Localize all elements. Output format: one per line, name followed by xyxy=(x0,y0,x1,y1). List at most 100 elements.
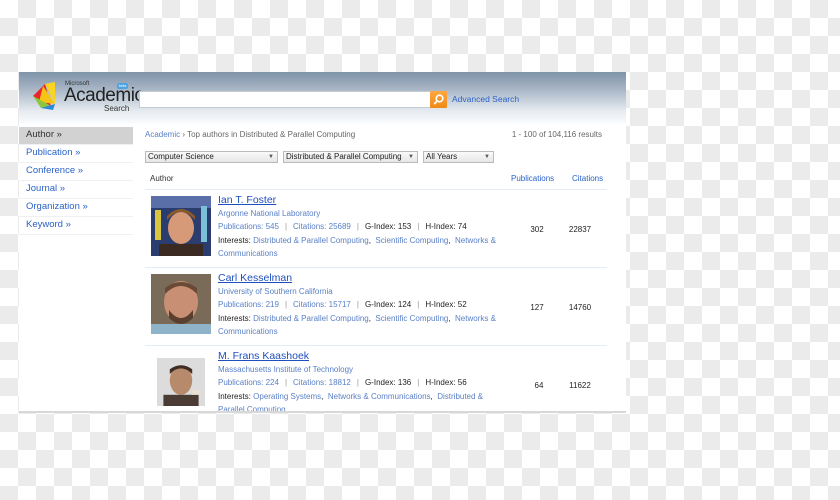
gindex-value: 124 xyxy=(397,300,412,309)
interest-link[interactable]: Operating Systems xyxy=(253,392,321,401)
gindex-label: G-Index: xyxy=(364,378,396,387)
interest-link[interactable]: Scientific Computing xyxy=(375,314,448,323)
author-name-link[interactable]: Ian T. Foster xyxy=(218,194,276,206)
publications-label: Publications: xyxy=(218,378,264,387)
separator: | xyxy=(356,378,359,387)
citations-value[interactable]: 18812 xyxy=(329,378,351,387)
separator: | xyxy=(284,222,288,231)
interests-label: Interests: xyxy=(218,236,251,245)
citations-label: Citations: xyxy=(293,300,327,309)
author-photo[interactable] xyxy=(151,196,211,256)
author-row: Carl Kesselman University of Southern Ca… xyxy=(145,267,607,346)
search-input[interactable] xyxy=(139,91,433,108)
chevron-down-icon: ▼ xyxy=(408,154,414,160)
publications-value[interactable]: 224 xyxy=(266,378,279,387)
search-icon xyxy=(433,94,444,105)
hindex-value: 52 xyxy=(457,300,467,309)
sidebar-item-keyword[interactable]: Keyword » xyxy=(19,217,133,235)
separator: | xyxy=(284,300,288,309)
separator: | xyxy=(417,300,420,309)
interest-link[interactable]: Distributed & Parallel Computing xyxy=(253,314,369,323)
logo[interactable]: Microsoft Academic Search beta xyxy=(31,76,144,118)
years-select[interactable]: All Years ▼ xyxy=(423,151,494,163)
breadcrumb-separator: › xyxy=(182,130,186,139)
field-select[interactable]: Computer Science ▼ xyxy=(145,151,278,163)
publications-count: 64 xyxy=(534,381,544,390)
sidebar-item-journal[interactable]: Journal » xyxy=(19,181,133,199)
author-affiliation[interactable]: Massachusetts Institute of Technology xyxy=(218,365,353,374)
interests-label: Interests: xyxy=(218,314,251,323)
citations-count: 14760 xyxy=(568,303,592,312)
page-bottom-edge xyxy=(19,411,626,413)
gindex-value: 136 xyxy=(397,378,412,387)
hindex-label: H-Index: xyxy=(425,378,456,387)
field-select-value: Computer Science xyxy=(148,152,214,161)
hindex-label: H-Index: xyxy=(425,222,456,231)
interest-link[interactable]: Networks & Communications xyxy=(328,392,431,401)
gindex-value: 153 xyxy=(397,222,412,231)
advanced-search-link[interactable]: Advanced Search xyxy=(452,94,519,104)
breadcrumb: Academic › Top authors in Distributed & … xyxy=(145,130,355,139)
author-photo[interactable] xyxy=(157,352,205,412)
subfield-select-value: Distributed & Parallel Computing xyxy=(286,152,402,161)
author-interests: Interests: Distributed & Parallel Comput… xyxy=(218,236,496,258)
academic-search-page: Microsoft Academic Search beta Advanced … xyxy=(19,72,626,413)
logo-subtitle: Search xyxy=(104,104,130,113)
breadcrumb-current: Top authors in Distributed & Parallel Co… xyxy=(187,130,356,139)
author-stats: Publications: 224 | Citations: 18812 | G-Ind… xyxy=(218,378,467,387)
citations-label: Citations: xyxy=(293,222,327,231)
sidebar-item-conference[interactable]: Conference » xyxy=(19,163,133,181)
sidebar-item-organization[interactable]: Organization » xyxy=(19,199,133,217)
author-affiliation[interactable]: Argonne National Laboratory xyxy=(218,209,320,218)
author-name-link[interactable]: Carl Kesselman xyxy=(218,272,292,284)
breadcrumb-root-link[interactable]: Academic xyxy=(145,130,180,139)
citations-label: Citations: xyxy=(293,378,327,387)
publications-label: Publications: xyxy=(218,222,264,231)
author-stats: Publications: 219 | Citations: 15717 | G-Ind… xyxy=(218,300,467,309)
author-stats: Publications: 545 | Citations: 25689 | G-Ind… xyxy=(218,222,467,231)
author-row: M. Frans Kaashoek Massachusetts Institut… xyxy=(145,345,607,413)
publications-value[interactable]: 219 xyxy=(266,300,279,309)
author-photo[interactable] xyxy=(151,274,211,334)
hindex-label: H-Index: xyxy=(425,300,456,309)
years-select-value: All Years xyxy=(426,152,458,161)
header: Microsoft Academic Search beta Advanced … xyxy=(19,72,626,124)
author-interests: Interests: Operating Systems, Networks &… xyxy=(218,392,484,413)
interest-link[interactable]: Scientific Computing xyxy=(375,236,448,245)
separator: | xyxy=(284,378,288,387)
separator: | xyxy=(417,378,420,387)
citations-value[interactable]: 25689 xyxy=(329,222,351,231)
separator: | xyxy=(356,300,359,309)
logo-icon xyxy=(33,82,55,110)
column-header-author: Author xyxy=(150,174,174,183)
hindex-value: 74 xyxy=(457,222,467,231)
citations-count: 11622 xyxy=(569,381,591,390)
sidebar-item-author[interactable]: Author » xyxy=(19,127,133,145)
column-header-citations[interactable]: Citations xyxy=(572,174,603,183)
sidebar: Author » Publication » Conference » Jour… xyxy=(19,127,133,235)
results-count: 1 - 100 of 104,116 results xyxy=(511,130,602,139)
gindex-label: G-Index: xyxy=(364,300,396,309)
subfield-select[interactable]: Distributed & Parallel Computing ▼ xyxy=(283,151,418,163)
citations-value[interactable]: 15717 xyxy=(329,300,351,309)
chevron-down-icon: ▼ xyxy=(268,154,274,160)
sidebar-item-publication[interactable]: Publication » xyxy=(19,145,133,163)
column-header-publications[interactable]: Publications xyxy=(511,174,554,183)
author-row: Ian T. Foster Argonne National Laborator… xyxy=(145,189,607,268)
beta-badge: beta xyxy=(117,83,128,89)
separator: | xyxy=(356,222,359,231)
author-interests: Interests: Distributed & Parallel Comput… xyxy=(218,314,496,336)
publications-value[interactable]: 545 xyxy=(266,222,279,231)
publications-count: 302 xyxy=(530,225,544,234)
citations-count: 22837 xyxy=(568,225,592,234)
separator: | xyxy=(417,222,420,231)
author-affiliation[interactable]: University of Southern California xyxy=(218,287,333,296)
interest-link[interactable]: Distributed & Parallel Computing xyxy=(253,236,369,245)
gindex-label: G-Index: xyxy=(364,222,396,231)
hindex-value: 56 xyxy=(457,378,467,387)
chevron-down-icon: ▼ xyxy=(484,154,490,160)
interests-label: Interests: xyxy=(218,392,251,401)
search-button[interactable] xyxy=(430,91,447,108)
publications-label: Publications: xyxy=(218,300,264,309)
author-name-link[interactable]: M. Frans Kaashoek xyxy=(218,350,309,362)
